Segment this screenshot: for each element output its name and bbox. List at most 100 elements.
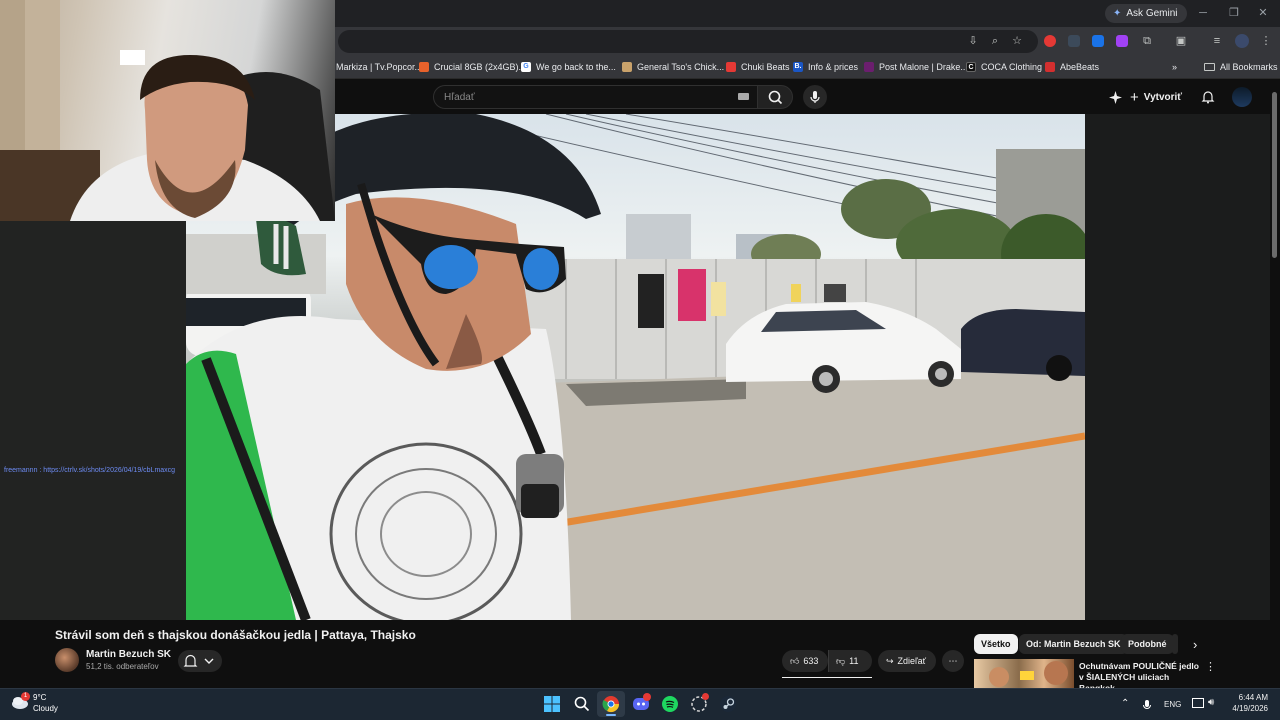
- bookmark-favicon: [1045, 62, 1055, 72]
- subscription-bell-button[interactable]: [178, 650, 222, 672]
- right-backdrop: [1085, 114, 1270, 620]
- bookmark-item[interactable]: Crucial 8GB (2x4GB)...: [419, 60, 526, 74]
- ask-gemini-label: Ask Gemini: [1126, 8, 1178, 19]
- app-badge: [702, 693, 709, 700]
- coca-favicon: C: [966, 62, 976, 72]
- weather-alert-badge: 1: [21, 692, 30, 701]
- subscriber-count: 51,2 tis. odberateľov: [86, 662, 159, 671]
- dislike-count: 11: [849, 656, 859, 666]
- bookmark-label: Info & prices: [808, 62, 859, 72]
- channel-avatar[interactable]: [55, 648, 79, 672]
- ai-sparkle-icon[interactable]: [1108, 90, 1123, 105]
- bookmark-item[interactable]: C COCA Clothing: [966, 60, 1042, 74]
- weather-temperature[interactable]: 9°C: [33, 693, 46, 702]
- all-bookmarks-folder[interactable]: All Bookmarks: [1204, 60, 1278, 74]
- bookmark-favicon: [726, 62, 736, 72]
- chrome-menu-icon[interactable]: ⋮: [1259, 34, 1273, 48]
- like-ratio-bar: [782, 677, 872, 678]
- more-actions-button[interactable]: ⋯: [942, 650, 964, 672]
- bell-icon: [183, 654, 214, 667]
- bookmark-item[interactable]: Post Malone | Drake...: [864, 60, 968, 74]
- taskbar-search-icon[interactable]: [573, 695, 591, 713]
- bookmark-label: Markiza | Tv.Popcor...: [336, 62, 423, 72]
- windows-start-icon[interactable]: [543, 695, 561, 713]
- channel-name[interactable]: Martin Bezuch SK: [86, 649, 171, 660]
- voice-search-button[interactable]: [803, 85, 827, 109]
- bookmark-label: AbeBeats: [1060, 62, 1100, 72]
- bookmark-star-icon[interactable]: ☆: [1010, 34, 1024, 48]
- address-bar[interactable]: [338, 30, 1038, 53]
- bookmark-item[interactable]: Chuki Beats: [726, 60, 790, 74]
- chat-overlay-message: freemannn : https://ctrlv.sk/shots/2026/…: [4, 467, 176, 474]
- tray-volume-icon[interactable]: 🔊︎: [1208, 697, 1214, 708]
- dislike-button[interactable]: 👎︎ 11: [828, 650, 872, 672]
- clock-date[interactable]: 4/19/2026: [1227, 704, 1268, 713]
- tray-microphone-icon[interactable]: [1142, 698, 1152, 710]
- chrome-icon[interactable]: [602, 695, 620, 713]
- ask-gemini-button[interactable]: ✦ Ask Gemini: [1105, 4, 1187, 23]
- search-input[interactable]: Hľadať: [433, 85, 757, 109]
- bookmark-favicon: [419, 62, 429, 72]
- booking-favicon: B.: [793, 62, 803, 72]
- close-icon[interactable]: ✕: [1256, 6, 1270, 20]
- chip-from-channel[interactable]: Od: Martin Bezuch SK: [1019, 634, 1128, 654]
- extension-red-icon[interactable]: [1044, 35, 1056, 47]
- like-button[interactable]: 👍︎ 633: [782, 650, 828, 672]
- chip-label: Od: Martin Bezuch SK: [1026, 639, 1121, 649]
- weather-description[interactable]: Cloudy: [33, 704, 58, 713]
- active-app-indicator: [606, 714, 616, 716]
- webcam-overlay: [0, 0, 335, 221]
- keyboard-icon[interactable]: [738, 93, 749, 100]
- like-count: 633: [803, 656, 819, 666]
- more-horizontal-icon: ⋯: [948, 655, 958, 666]
- spotify-icon[interactable]: [661, 695, 679, 713]
- recommendation-menu-icon[interactable]: ⋮: [1205, 660, 1216, 673]
- extension-grey-icon[interactable]: [1068, 35, 1080, 47]
- chip-partial[interactable]: [1172, 634, 1178, 654]
- chip-related[interactable]: Podobné: [1121, 634, 1174, 654]
- chip-all[interactable]: Všetko: [974, 634, 1018, 654]
- bookmark-item[interactable]: Markiza | Tv.Popcor...: [336, 60, 422, 74]
- bookmark-label: We go back to the...: [536, 62, 616, 72]
- media-controls-icon[interactable]: ≡: [1210, 34, 1224, 48]
- restore-icon[interactable]: ❐: [1227, 6, 1241, 20]
- bookmark-favicon: [864, 62, 874, 72]
- extension-purple-icon[interactable]: [1116, 35, 1128, 47]
- profile-avatar[interactable]: [1235, 34, 1249, 48]
- bookmark-label: Crucial 8GB (2x4GB)...: [434, 62, 527, 72]
- account-avatar[interactable]: [1232, 87, 1252, 107]
- extensions-puzzle-icon[interactable]: ⧉: [1140, 34, 1154, 48]
- google-favicon: G: [521, 62, 531, 72]
- share-button[interactable]: ↪ Zdieľať: [878, 650, 936, 672]
- zoom-icon[interactable]: ⌕: [988, 34, 1002, 48]
- language-indicator[interactable]: ENG: [1164, 700, 1181, 709]
- tray-overflow-icon[interactable]: ⌃: [1121, 698, 1129, 709]
- reading-mode-icon[interactable]: ▣: [1174, 34, 1188, 48]
- chevron-right-icon[interactable]: ›: [1193, 637, 1207, 652]
- bookmark-item[interactable]: General Tso's Chick...: [622, 60, 724, 74]
- microphone-icon: [810, 91, 820, 103]
- notifications-bell-icon[interactable]: [1201, 90, 1215, 104]
- create-button[interactable]: + Vytvoriť: [1130, 87, 1182, 107]
- bookmark-item[interactable]: AbeBeats: [1045, 60, 1099, 74]
- tray-network-icon[interactable]: [1192, 698, 1204, 708]
- plus-icon: +: [1130, 88, 1139, 106]
- share-label: Zdieľať: [897, 656, 927, 666]
- bookmark-item[interactable]: G We go back to the...: [521, 60, 616, 74]
- bookmarks-overflow-icon[interactable]: »: [1172, 60, 1177, 74]
- bookmark-label: Post Malone | Drake...: [879, 62, 968, 72]
- bookmark-label: General Tso's Chick...: [637, 62, 725, 72]
- bookmark-label: Chuki Beats: [741, 62, 790, 72]
- install-app-icon[interactable]: ⇩: [966, 34, 980, 48]
- steam-icon[interactable]: [719, 695, 737, 713]
- extension-blue-icon[interactable]: [1092, 35, 1104, 47]
- clock-time[interactable]: 6:44 AM: [1236, 693, 1268, 702]
- recommendation-thumbnail[interactable]: [974, 659, 1074, 688]
- search-button[interactable]: [757, 85, 793, 109]
- bookmark-item[interactable]: B. Info & prices: [793, 60, 858, 74]
- chip-label: Podobné: [1128, 639, 1167, 649]
- minimize-icon[interactable]: ─: [1196, 6, 1210, 20]
- scrollbar-thumb[interactable]: [1272, 92, 1277, 258]
- bookmark-label: COCA Clothing: [981, 62, 1043, 72]
- bookmark-favicon: [622, 62, 632, 72]
